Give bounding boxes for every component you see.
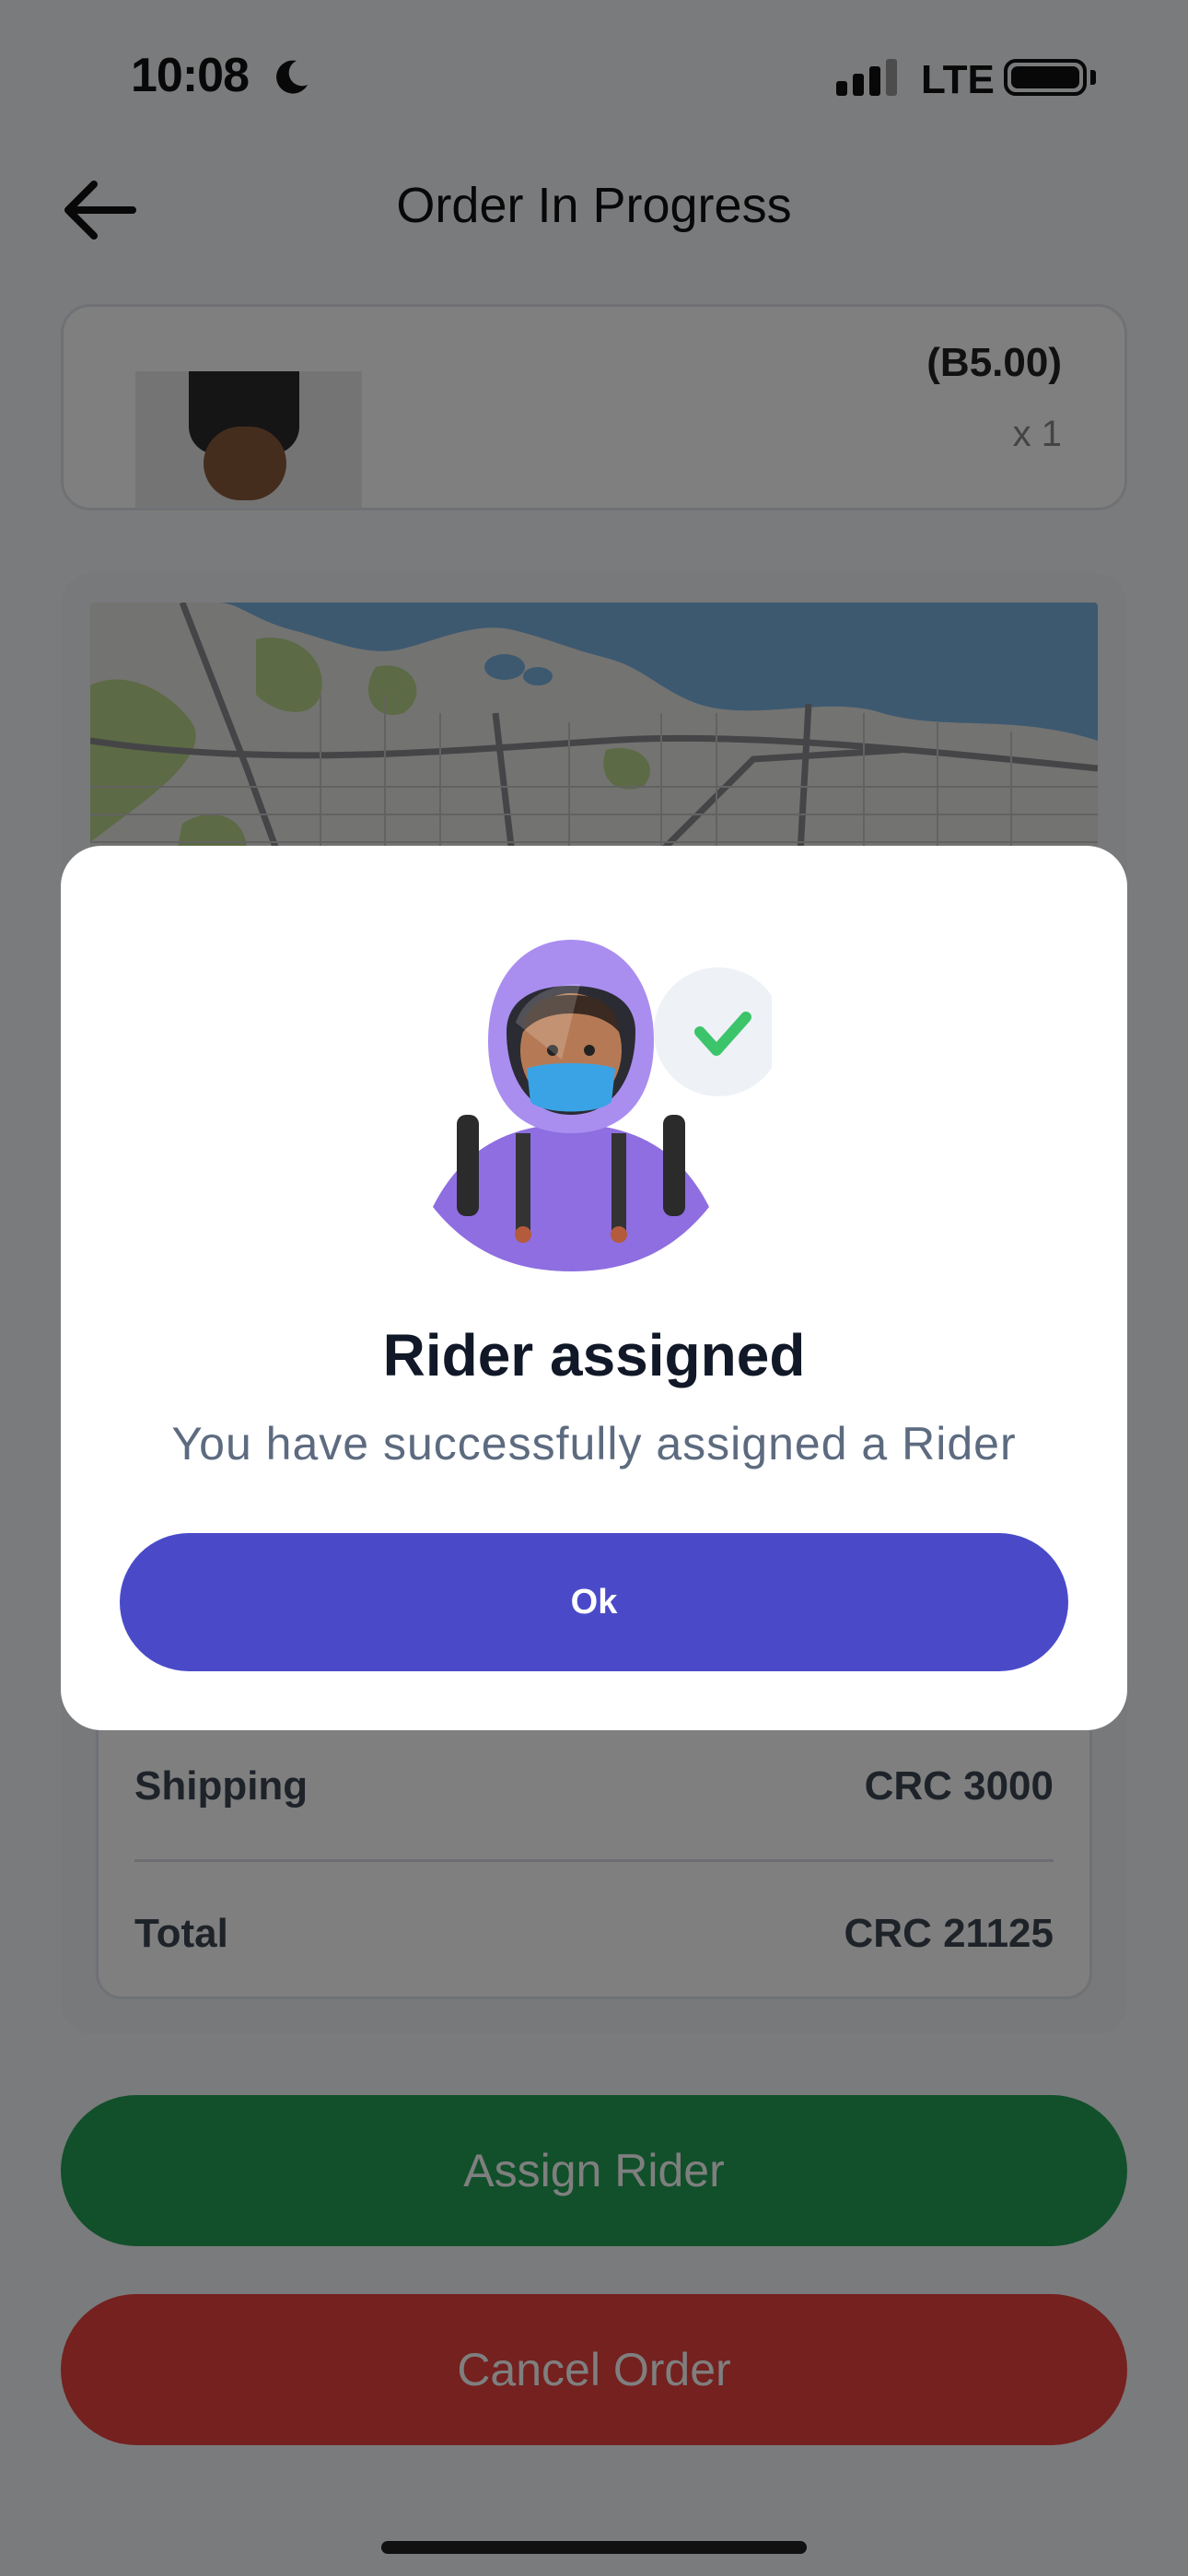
home-indicator[interactable] <box>381 2541 807 2554</box>
rider-illustration <box>433 940 774 1271</box>
ok-button[interactable]: Ok <box>120 1533 1068 1671</box>
dialog-title: Rider assigned <box>382 1322 806 1388</box>
dialog-message: You have successfully assigned a Rider <box>171 1418 1017 1469</box>
